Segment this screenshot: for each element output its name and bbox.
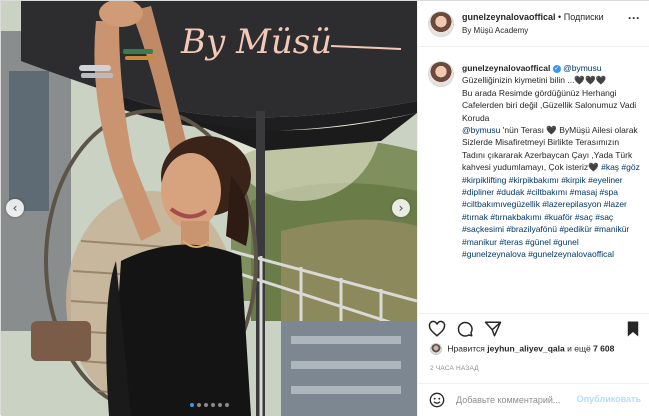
likes-prefix: Нравится xyxy=(447,343,485,354)
caption-line-2: Bu arada Resimde gördüğünüz Herhangi Caf… xyxy=(462,87,637,123)
comment-button[interactable] xyxy=(456,320,474,338)
header-username[interactable]: gunelzeynalovaoffical xyxy=(462,12,556,22)
author-avatar[interactable] xyxy=(428,11,454,37)
liker-avatar[interactable] xyxy=(430,343,442,355)
likes-summary: Нравится jeyhun_aliyev_qala и ещё 7 608 xyxy=(430,343,614,355)
like-button[interactable] xyxy=(428,320,446,338)
caption-hashtags[interactable]: #kaş #göz #kirpiklifting #kirpikbakımı #… xyxy=(462,162,640,259)
caption-mention-2[interactable]: @bymusu xyxy=(462,125,500,135)
heart-icon xyxy=(428,320,446,337)
liker-username[interactable]: jeyhun_aliyev_qala xyxy=(487,343,565,353)
location-link[interactable]: By Müşü Academy xyxy=(462,26,528,35)
carousel-dot xyxy=(224,403,229,407)
action-bar xyxy=(418,313,649,343)
follow-button[interactable]: Подписки xyxy=(564,12,604,22)
instagram-post-modal: By Müsü ‹ › gunelzeynalovaoffical • Подп… xyxy=(0,0,649,416)
post-photo[interactable]: By Müsü ‹ › xyxy=(1,1,417,416)
carousel-next-button[interactable]: › xyxy=(392,199,410,217)
bookmark-icon xyxy=(627,321,639,337)
caption-section: gunelzeynalovaoffical ✓ @bymusu Güzelliğ… xyxy=(418,59,649,309)
emoji-button[interactable] xyxy=(429,392,445,408)
caption-author[interactable]: gunelzeynalovaoffical xyxy=(462,63,550,73)
post-caption: gunelzeynalovaoffical ✓ @bymusu Güzelliğ… xyxy=(462,62,644,261)
carousel-dot xyxy=(203,403,208,407)
comment-input[interactable] xyxy=(456,393,576,407)
verified-badge-icon: ✓ xyxy=(552,64,561,73)
share-button[interactable] xyxy=(484,320,502,338)
paper-plane-icon xyxy=(484,321,502,337)
header-username-line: gunelzeynalovaoffical • Подписки xyxy=(462,12,604,22)
carousel-dot xyxy=(196,403,201,407)
carousel-dot xyxy=(217,403,222,407)
publish-button[interactable]: Опубликовать xyxy=(577,394,641,404)
comment-icon xyxy=(457,321,473,337)
carousel-dot-active xyxy=(189,403,194,407)
post-timestamp[interactable]: 2 ЧАСА НАЗАД xyxy=(430,365,479,372)
chevron-right-icon: › xyxy=(398,201,404,215)
awning-sign-text: By Müsü xyxy=(180,22,332,62)
caption-author-avatar[interactable] xyxy=(428,61,454,87)
save-button[interactable] xyxy=(624,320,642,338)
likes-count[interactable]: 7 608 xyxy=(593,343,614,353)
smiley-icon xyxy=(429,392,445,408)
comment-bar: Опубликовать xyxy=(418,383,649,416)
chevron-left-icon: ‹ xyxy=(12,201,18,215)
likes-middle: и ещё xyxy=(567,343,591,354)
ellipsis-icon[interactable]: ··· xyxy=(628,11,640,25)
caption-mention[interactable]: @bymusu xyxy=(563,63,601,73)
photo-illustration: By Müsü xyxy=(1,1,417,416)
header-separator: • xyxy=(558,12,562,22)
post-sidebar: gunelzeynalovaoffical • Подписки By Müşü… xyxy=(417,1,649,416)
carousel-indicator xyxy=(1,403,417,407)
post-header: gunelzeynalovaoffical • Подписки By Müşü… xyxy=(418,1,649,47)
carousel-dot xyxy=(210,403,215,407)
carousel-prev-button[interactable]: ‹ xyxy=(6,199,24,217)
caption-line-1: Güzelliğinizin kiymetini bilin ...🖤🖤🖤 xyxy=(462,75,607,86)
